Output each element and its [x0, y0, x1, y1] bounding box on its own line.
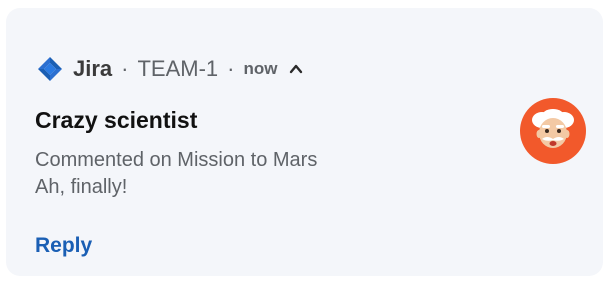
scientist-avatar: [520, 98, 586, 164]
notification-title: Crazy scientist: [35, 107, 198, 133]
jira-logo-icon: [36, 55, 64, 83]
reply-button[interactable]: Reply: [35, 234, 92, 258]
notification-text: Ah, finally!: [35, 176, 128, 198]
project-key: TEAM-1: [137, 56, 219, 81]
notification-card[interactable]: Jira · TEAM-1 · now Crazy scientist Comm…: [6, 8, 603, 276]
header-separator: ·: [121, 56, 129, 81]
app-name: Jira: [73, 56, 113, 81]
notification-header: Jira · TEAM-1 · now: [36, 54, 305, 84]
header-separator: ·: [227, 56, 235, 81]
timestamp: now: [243, 59, 278, 78]
chevron-up-icon[interactable]: [287, 60, 305, 78]
notification-text: Commented on Mission to Mars: [35, 149, 318, 171]
